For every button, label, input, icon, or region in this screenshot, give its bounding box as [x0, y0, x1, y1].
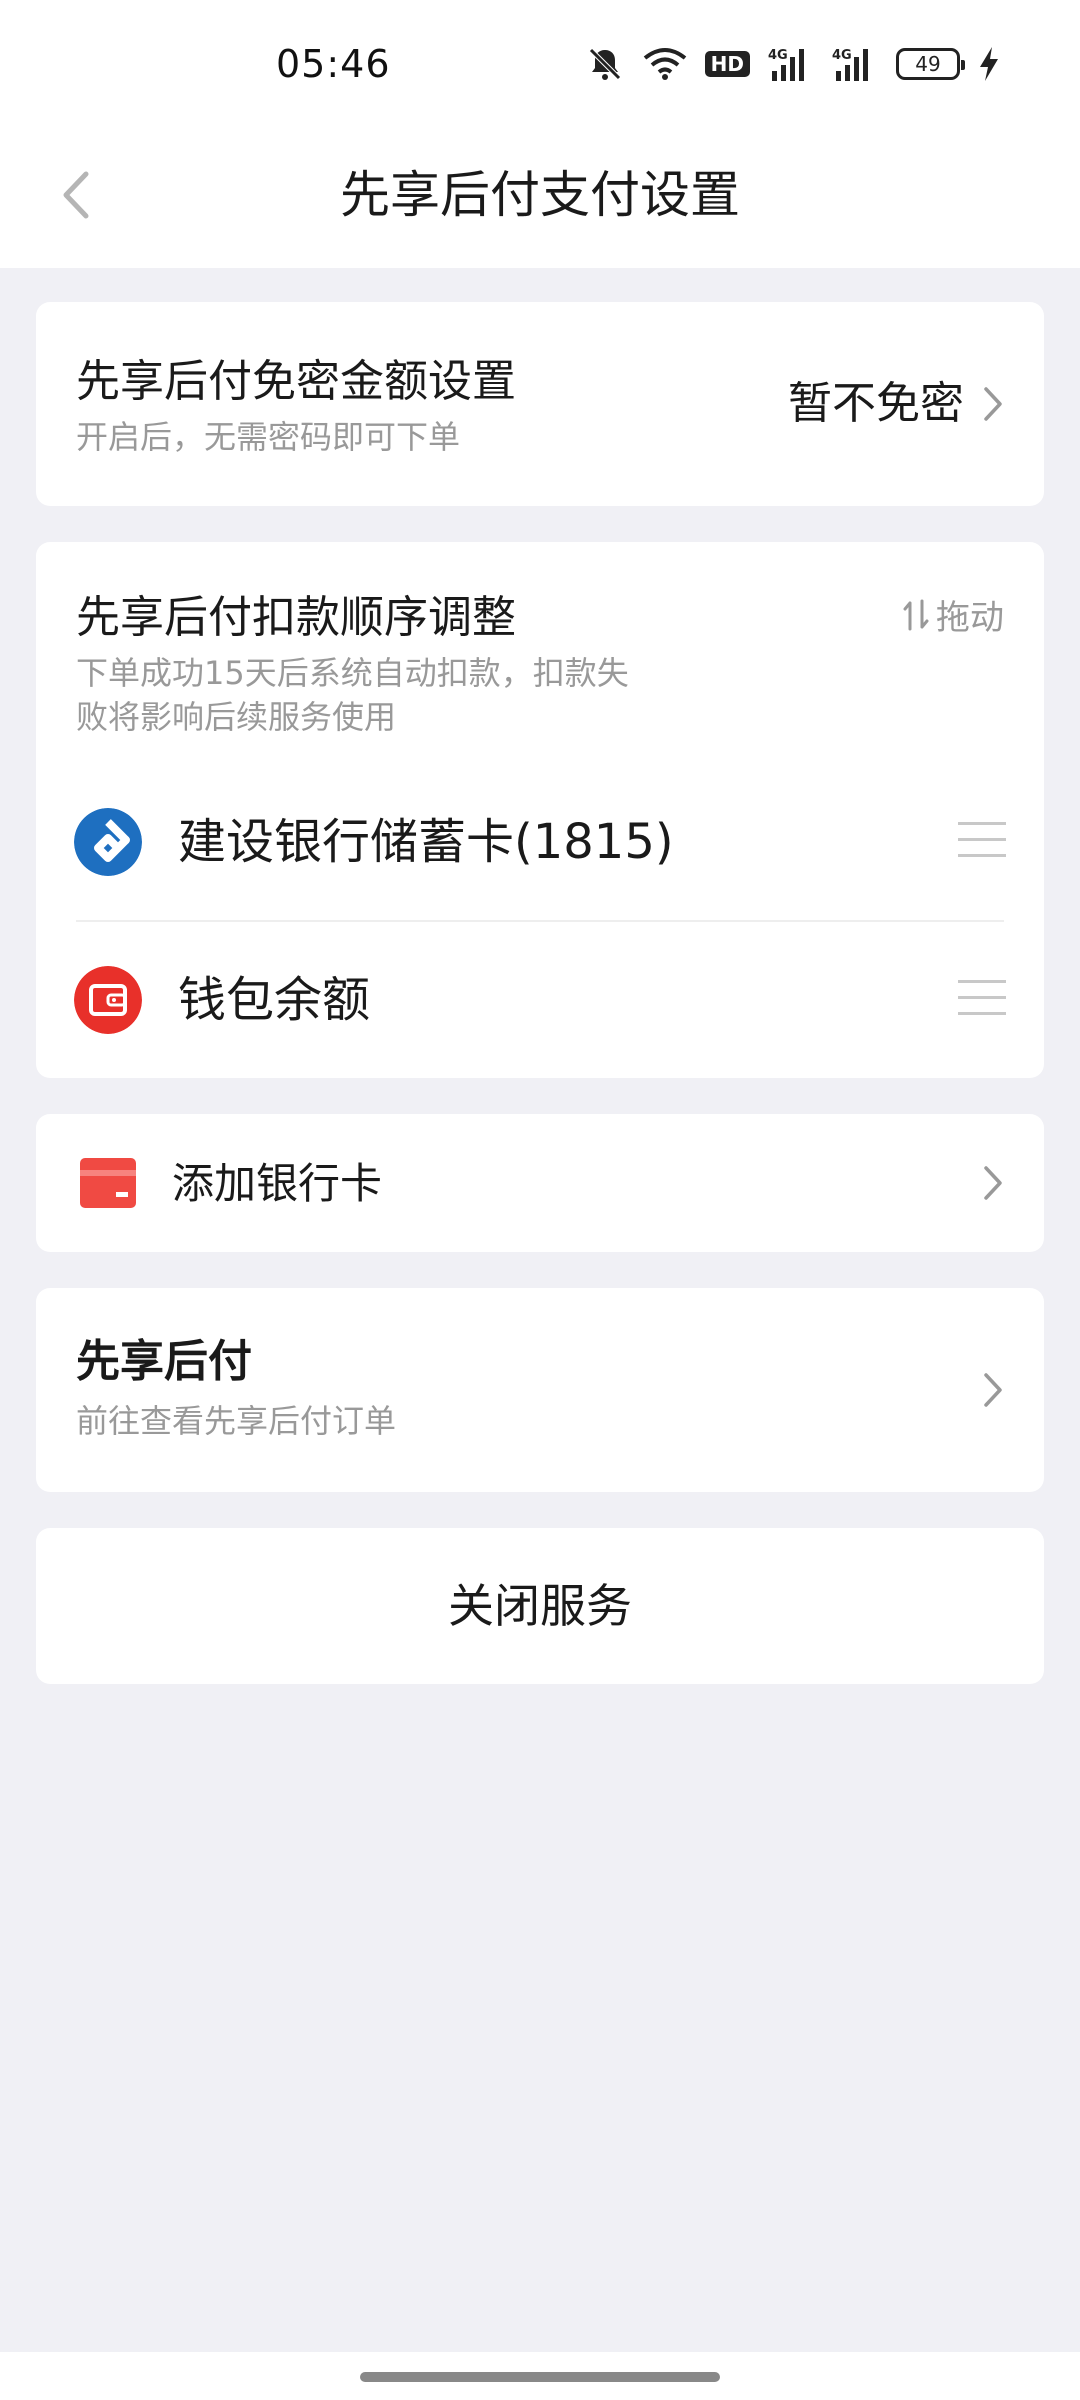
bank-card-icon	[80, 1158, 136, 1208]
close-service-label: 关闭服务	[448, 1579, 632, 1633]
drag-handle-icon[interactable]	[958, 820, 1006, 860]
payment-method-row[interactable]: 建设银行储蓄卡(1815)	[36, 764, 1044, 918]
status-icons: HD 4G 4G 49	[585, 42, 1000, 86]
charging-icon	[980, 47, 998, 81]
sort-arrows-icon	[903, 599, 929, 630]
close-service-button[interactable]: 关闭服务	[36, 1528, 1044, 1684]
deduction-order-subtitle-line2: 败将影响后续服务使用	[76, 698, 397, 736]
chevron-right-icon	[978, 1370, 1008, 1410]
drag-handle-icon[interactable]	[958, 978, 1006, 1018]
signal-4g-icon: 4G	[768, 48, 804, 81]
hd-icon: HD	[704, 51, 750, 77]
svg-text:4G: 4G	[832, 48, 852, 63]
status-time: 05:46	[276, 42, 391, 86]
payment-method-row[interactable]: 钱包余额	[36, 922, 1044, 1076]
home-indicator[interactable]	[360, 2372, 720, 2382]
deduction-order-title: 先享后付扣款顺序调整	[76, 592, 516, 643]
drag-hint: 拖动	[902, 590, 1004, 639]
signal-4g-icon: 4G	[832, 48, 868, 81]
deduction-order-card: 先享后付扣款顺序调整 拖动 下单成功15天后系统自动扣款，扣款失 败将影响后续服…	[36, 542, 1044, 1078]
status-bar: 05:46 HD 4G 4G 49	[0, 0, 1080, 130]
chevron-right-icon	[978, 384, 1008, 424]
payment-method-label: 建设银行储蓄卡(1815)	[178, 814, 674, 870]
battery-icon: 49	[896, 48, 965, 80]
battery-level: 49	[915, 52, 941, 76]
payment-method-label: 钱包余额	[178, 972, 371, 1028]
mute-icon	[588, 48, 621, 80]
page-title: 先享后付支付设置	[340, 166, 740, 224]
password-free-value: 暂不免密	[788, 378, 964, 429]
orders-row[interactable]: 先享后付 前往查看先享后付订单	[36, 1288, 1044, 1492]
orders-title: 先享后付	[76, 1336, 252, 1387]
ccb-bank-icon	[74, 808, 142, 876]
wallet-icon	[74, 966, 142, 1034]
drag-label: 拖动	[936, 598, 1004, 638]
nav-bar: 先享后付支付设置	[0, 130, 1080, 268]
chevron-right-icon	[978, 1163, 1008, 1203]
svg-text:4G: 4G	[768, 48, 788, 63]
add-bank-card-row[interactable]: 添加银行卡	[36, 1114, 1044, 1252]
deduction-order-subtitle-line1: 下单成功15天后系统自动扣款，扣款失	[76, 654, 629, 692]
wifi-icon	[643, 48, 686, 80]
add-bank-card-label: 添加银行卡	[172, 1159, 383, 1208]
password-free-setting-row[interactable]: 先享后付免密金额设置 开启后，无需密码即可下单 暂不免密	[36, 302, 1044, 506]
password-free-title: 先享后付免密金额设置	[76, 356, 516, 407]
password-free-subtitle: 开启后，无需密码即可下单	[76, 418, 461, 456]
orders-subtitle: 前往查看先享后付订单	[76, 1402, 397, 1440]
